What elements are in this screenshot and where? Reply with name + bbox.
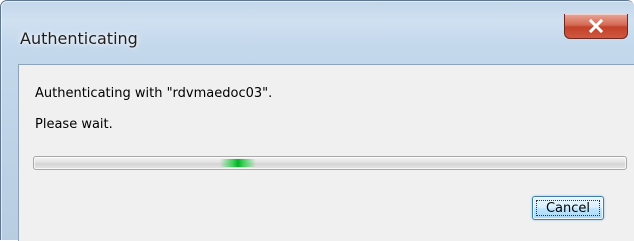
progress-bar (33, 156, 627, 170)
cancel-button[interactable]: Cancel (532, 196, 604, 220)
please-wait-message: Please wait. (35, 117, 113, 132)
close-button[interactable] (564, 14, 628, 39)
close-icon (588, 19, 604, 33)
cancel-button-label: Cancel (545, 200, 591, 216)
authenticating-message: Authenticating with "rdvmaedoc03". (35, 86, 273, 101)
dialog-body: Authenticating with "rdvmaedoc03". Pleas… (18, 64, 634, 241)
authenticating-dialog: Authenticating Authenticating with "rdvm… (0, 0, 634, 241)
progress-marquee (220, 159, 256, 167)
window-title: Authenticating (20, 29, 138, 48)
